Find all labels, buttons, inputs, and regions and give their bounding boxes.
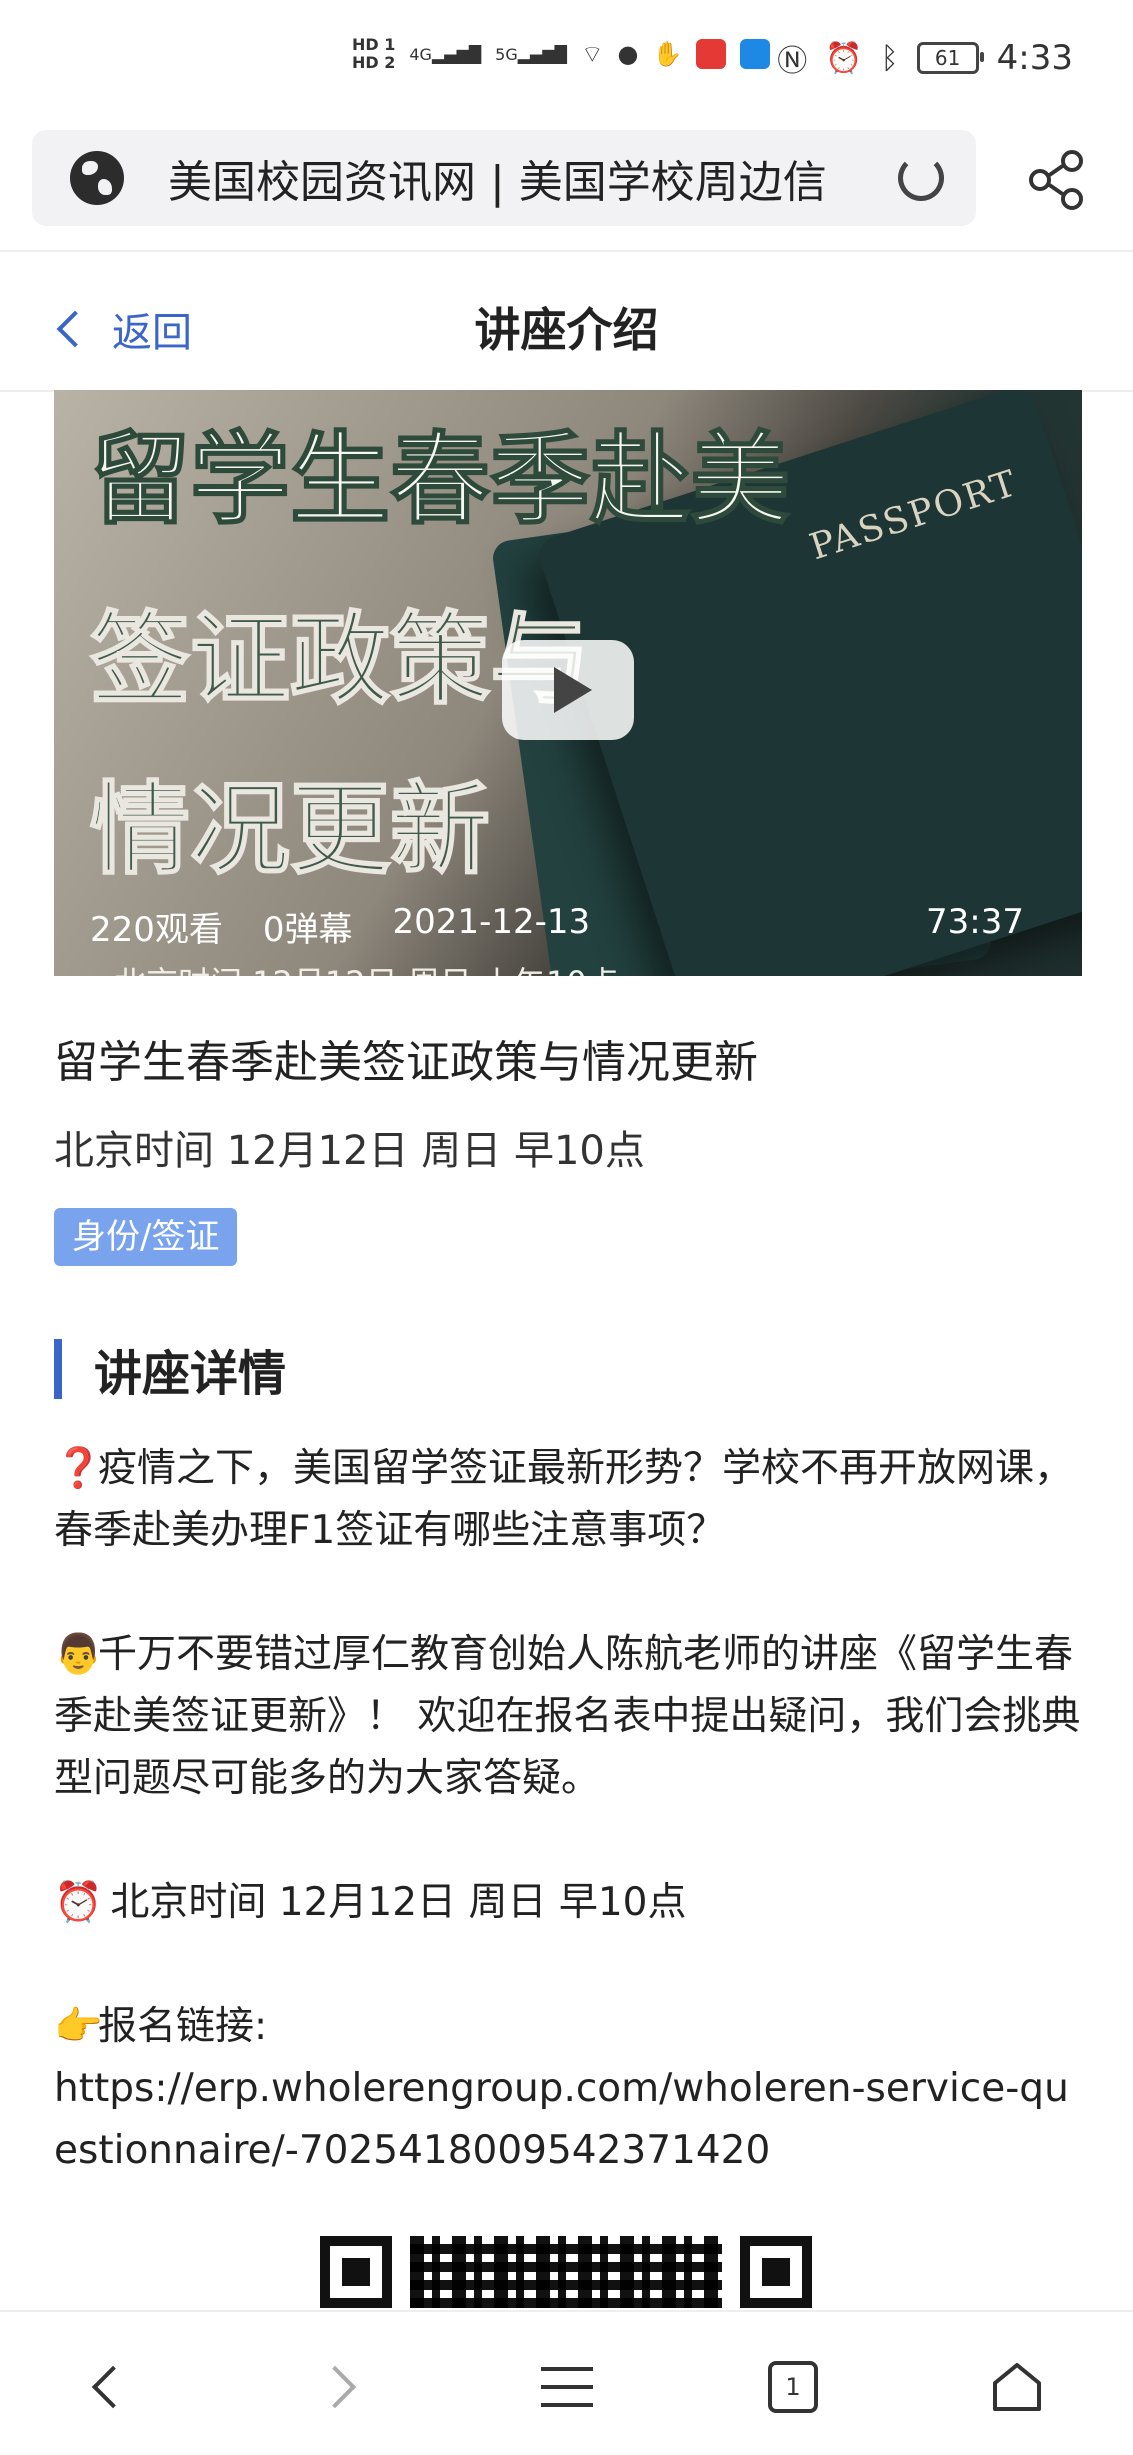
back-button[interactable]: 返回: [56, 300, 192, 358]
lecture-details: ❓疫情之下，美国留学签证最新形势？学校不再开放网课，春季赴美办理F1签证有哪些注…: [54, 1438, 1084, 2182]
wifi-icon: ⌔: [580, 40, 604, 68]
status-right: Ⓝ ⏰ ᛒ 61 4:33: [777, 36, 1073, 80]
red-app-icon: [696, 39, 727, 69]
sim1-label: HD 1: [352, 35, 396, 54]
section-header: 讲座详情: [54, 1338, 286, 1402]
alarm-clock-icon: ⏰: [54, 1880, 103, 1925]
menu-button[interactable]: [532, 2352, 602, 2422]
net1-label: 4G: [409, 44, 432, 64]
signal-4g-icon: 4G▂▄▆█: [409, 44, 482, 64]
reload-icon[interactable]: [898, 155, 944, 201]
view-count: 220观看: [90, 910, 223, 950]
app-notify-icon: ●: [617, 40, 639, 68]
chevron-left-icon: [56, 310, 94, 348]
net2-label: 5G: [495, 44, 518, 64]
video-meta: 220观看 0弹幕 2021-12-13: [90, 902, 590, 951]
chevron-right-icon: [313, 2365, 357, 2409]
home-icon: [993, 2363, 1041, 2411]
qr-finder: [740, 2236, 812, 2308]
hand-icon: ✋: [652, 40, 683, 68]
detail-paragraph: ⏰ 北京时间 12月12日 周日 早10点: [54, 1872, 1084, 1934]
danmaku-count: 0弹幕: [262, 910, 353, 950]
forward-nav-button[interactable]: [300, 2352, 370, 2422]
play-button[interactable]: [502, 640, 634, 740]
status-bar: HD 1 HD 2 4G▂▄▆█ 5G▂▄▆█ ⌔ ● ✋ Ⓝ ⏰ ᛒ 61 4…: [0, 0, 1133, 125]
globe-icon: [70, 151, 124, 205]
sim2-label: HD 2: [352, 53, 396, 72]
battery-icon: 61: [916, 42, 984, 74]
lecture-title: 留学生春季赴美签证政策与情况更新: [54, 1037, 758, 1088]
chevron-left-icon: [91, 2365, 135, 2409]
detail-paragraph: 👉报名链接: https://erp.wholerengroup.com/who…: [54, 1996, 1084, 2182]
section-accent-bar: [54, 1339, 62, 1399]
menu-icon: [541, 2367, 593, 2407]
nfc-icon: Ⓝ: [777, 44, 808, 79]
address-bar[interactable]: 美国校园资讯网 | 美国学校周边信: [32, 130, 976, 226]
browser-bottom-bar: 1: [0, 2310, 1133, 2455]
bluetooth-icon: ᛒ: [880, 40, 899, 76]
video-title-line3: 情况更新: [89, 771, 491, 888]
qr-code: [320, 2236, 812, 2308]
video-player[interactable]: PASSPORT 留学生春季赴美 签证政策与 情况更新 220观看 0弹幕 20…: [54, 390, 1082, 976]
video-bottom-caption: 北京时间 12月12日 周日 上午10点: [114, 958, 619, 976]
section-title: 讲座详情: [94, 1346, 287, 1402]
signal-5g-icon: 5G▂▄▆█: [495, 44, 567, 64]
address-title[interactable]: 美国校园资讯网 | 美国学校周边信: [168, 146, 868, 210]
video-date: 2021-12-13: [392, 902, 591, 942]
share-icon[interactable]: [1022, 145, 1092, 215]
signup-link[interactable]: https://erp.wholerengroup.com/wholeren-s…: [54, 2066, 1069, 2173]
detail-paragraph: ❓疫情之下，美国留学签证最新形势？学校不再开放网课，春季赴美办理F1签证有哪些注…: [54, 1438, 1084, 1562]
page-header: 讲座介绍 返回: [0, 250, 1133, 392]
detail-text: 北京时间 12月12日 周日 早10点: [98, 1880, 687, 1925]
video-duration: 73:37: [926, 902, 1024, 942]
home-button[interactable]: [982, 2352, 1052, 2422]
category-tag[interactable]: 身份/签证: [54, 1208, 238, 1266]
tab-count: 1: [785, 2373, 801, 2401]
detail-text: 千万不要错过厚仁教育创始人陈航老师的讲座《留学生春季赴美签证更新》！ 欢迎在报名…: [54, 1632, 1081, 1801]
detail-text: 疫情之下，美国留学签证最新形势？学校不再开放网课，春季赴美办理F1签证有哪些注意…: [54, 1446, 1074, 1553]
lecture-time: 北京时间 12月12日 周日 早10点: [54, 1128, 645, 1174]
qr-finder: [320, 2236, 392, 2308]
back-nav-button[interactable]: [78, 2352, 148, 2422]
clock: 4:33: [996, 38, 1073, 78]
search-app-icon: [740, 39, 771, 69]
battery-level: 61: [934, 46, 961, 70]
question-icon: ❓: [54, 1446, 103, 1491]
status-icons: HD 1 HD 2 4G▂▄▆█ 5G▂▄▆█ ⌔ ● ✋: [352, 35, 771, 72]
back-label: 返回: [112, 310, 192, 356]
video-title-line1: 留学生春季赴美: [89, 421, 791, 538]
alarm-icon: ⏰: [825, 40, 863, 76]
man-icon: 👨: [54, 1632, 103, 1677]
detail-paragraph: 👨千万不要错过厚仁教育创始人陈航老师的讲座《留学生春季赴美签证更新》！ 欢迎在报…: [54, 1624, 1084, 1810]
pointing-hand-icon: 👉: [54, 2004, 103, 2049]
tabs-icon: 1: [768, 2361, 818, 2413]
qr-modules: [410, 2236, 722, 2308]
tabs-button[interactable]: 1: [758, 2352, 828, 2422]
signup-label: 报名链接:: [98, 2004, 268, 2049]
